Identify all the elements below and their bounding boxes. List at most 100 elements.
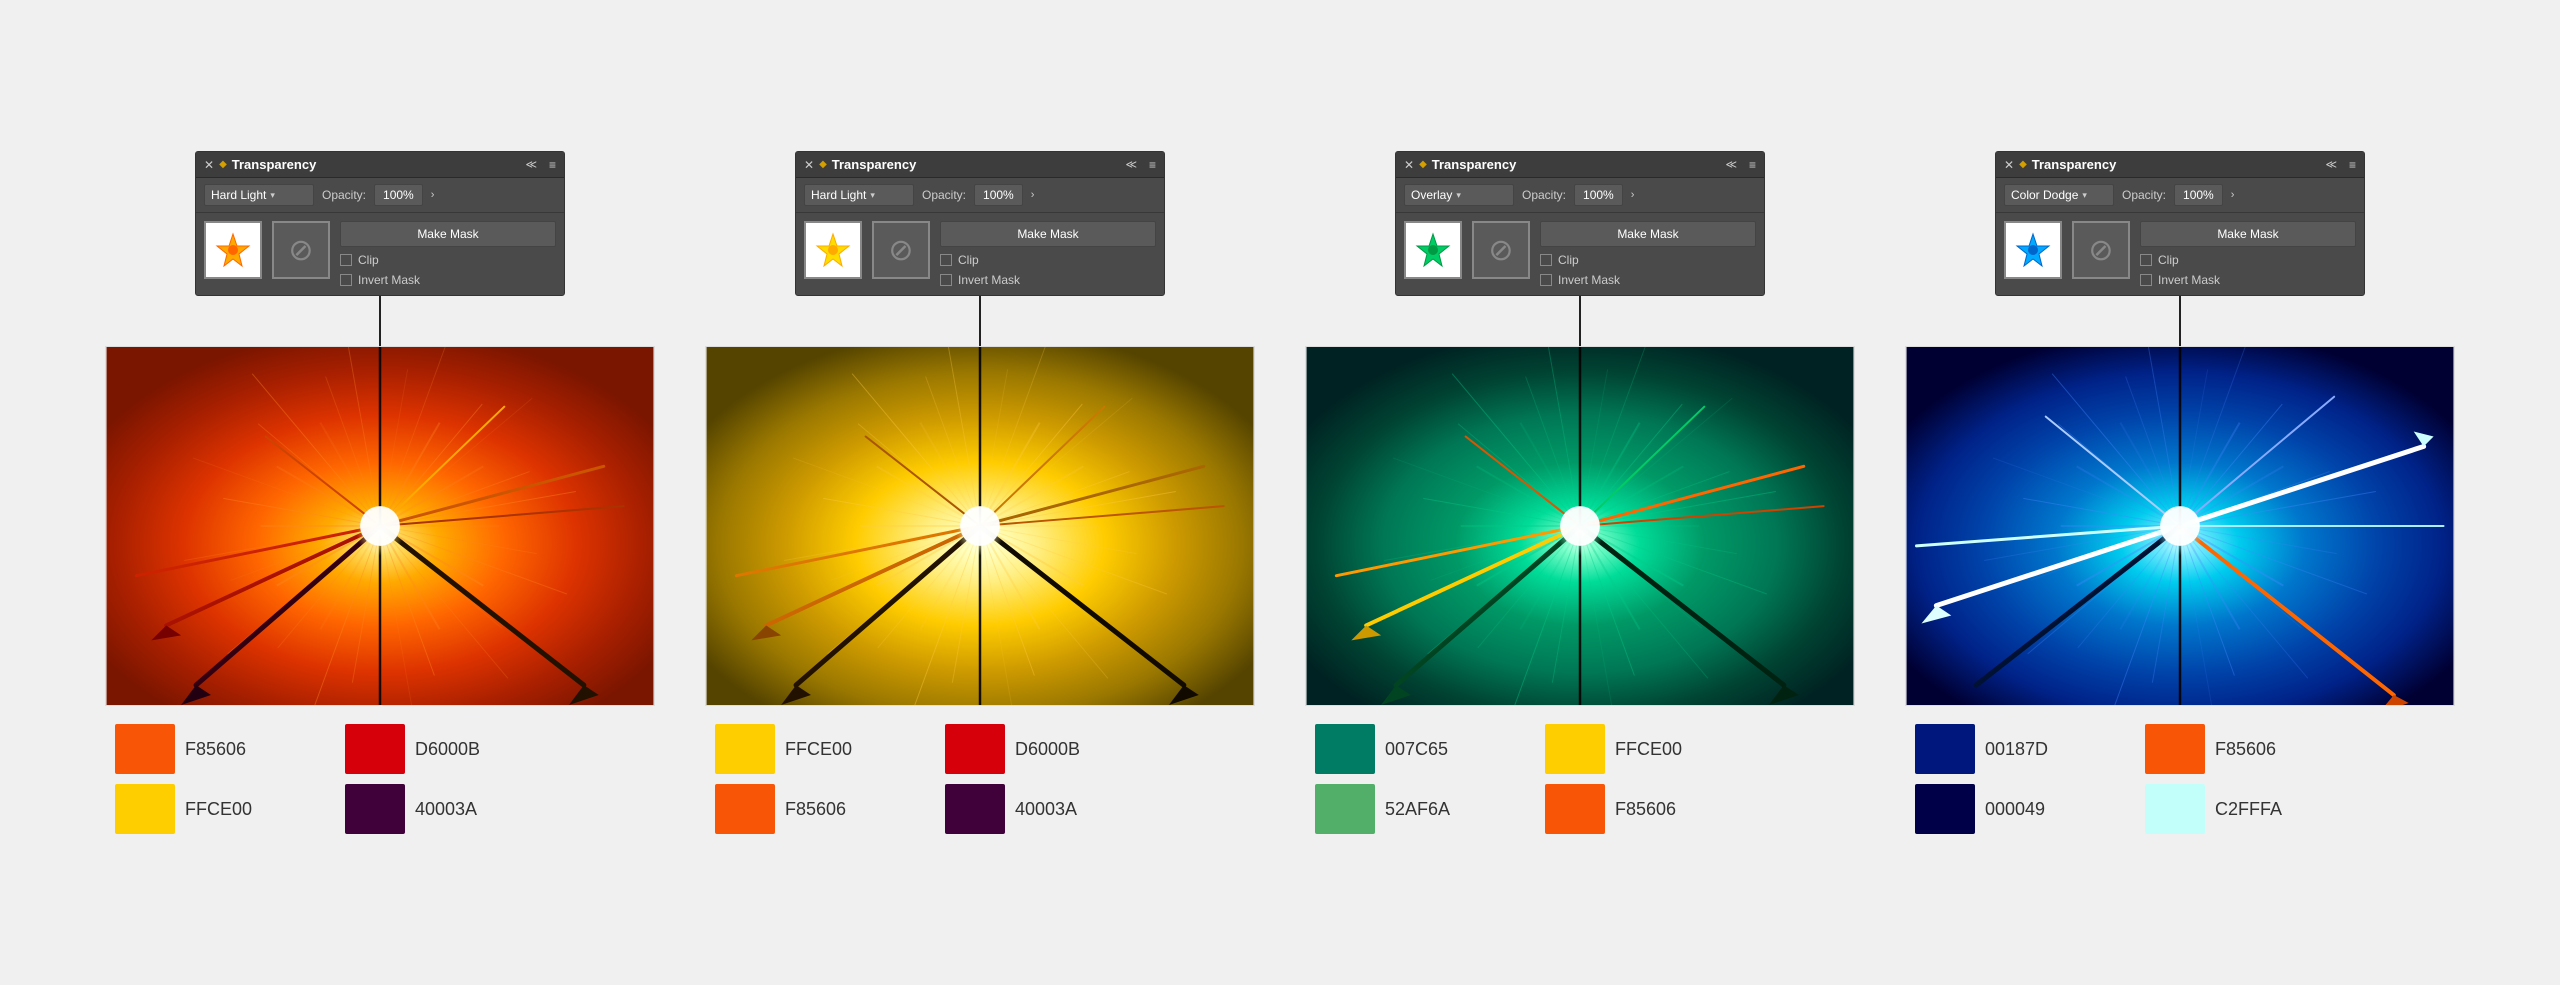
swatch-item-2: D6000B [345, 724, 565, 774]
panel-blend-row: Hard Light ▾ Opacity: 100% › [796, 178, 1164, 213]
invert-mask-checkbox[interactable] [1540, 274, 1552, 286]
connector-line [379, 296, 381, 346]
opacity-value[interactable]: 100% [2174, 184, 2223, 206]
invert-mask-checkbox-row: Invert Mask [340, 273, 556, 287]
swatches-container-2: FFCE00 D6000B F85606 40003A [705, 724, 1255, 834]
panel-menu-icon[interactable]: ≡ [549, 158, 556, 172]
panel-close-button[interactable]: ✕ [2004, 158, 2014, 172]
invert-mask-checkbox[interactable] [340, 274, 352, 286]
panel-title-right: ≪ ≡ [1725, 158, 1756, 172]
mask-thumbnail: ⊘ [1472, 221, 1530, 279]
panel-menu-icon[interactable]: ≡ [1149, 158, 1156, 172]
no-entry-icon: ⊘ [888, 233, 913, 268]
clip-checkbox-row: Clip [340, 253, 556, 267]
panel-buttons: Make Mask Clip Invert Mask [1540, 221, 1756, 287]
swatch-color-box[interactable] [715, 784, 775, 834]
swatch-code-text: 007C65 [1385, 739, 1448, 760]
swatch-color-box[interactable] [1915, 724, 1975, 774]
panel-content-row: ⊘ Make Mask Clip Invert Mask [196, 213, 564, 295]
swatch-color-box[interactable] [945, 784, 1005, 834]
make-mask-button[interactable]: Make Mask [2140, 221, 2356, 247]
transparency-panel-1: ✕ ◆ Transparency ≪ ≡ Hard Light ▾ Opacit… [195, 151, 565, 296]
panel-title-bar: ✕ ◆ Transparency ≪ ≡ [1396, 152, 1764, 178]
layer-thumbnail [2004, 221, 2062, 279]
swatch-code-text: FFCE00 [1615, 739, 1682, 760]
panel-collapse-icon[interactable]: ≪ [525, 158, 537, 171]
panel-title-text: Transparency [1432, 157, 1517, 172]
swatch-color-box[interactable] [1545, 784, 1605, 834]
panel-menu-icon[interactable]: ≡ [1749, 158, 1756, 172]
opacity-value[interactable]: 100% [1574, 184, 1623, 206]
clip-checkbox[interactable] [1540, 254, 1552, 266]
panel-collapse-icon[interactable]: ≪ [2325, 158, 2337, 171]
swatch-item-4: 40003A [345, 784, 565, 834]
swatch-item-2: D6000B [945, 724, 1165, 774]
panel-diamond-icon: ◆ [819, 159, 827, 170]
opacity-arrow[interactable]: › [1031, 189, 1035, 201]
invert-mask-checkbox[interactable] [2140, 274, 2152, 286]
swatch-item-3: FFCE00 [115, 784, 335, 834]
panel-group-3: ✕ ◆ Transparency ≪ ≡ Overlay ▾ Opacity: … [1295, 151, 1865, 834]
swatch-color-box[interactable] [2145, 724, 2205, 774]
opacity-value[interactable]: 100% [374, 184, 423, 206]
swatch-color-box[interactable] [2145, 784, 2205, 834]
transparency-panel-4: ✕ ◆ Transparency ≪ ≡ Color Dodge ▾ Opaci… [1995, 151, 2365, 296]
swatch-code-text: FFCE00 [785, 739, 852, 760]
clip-checkbox[interactable] [340, 254, 352, 266]
panel-collapse-icon[interactable]: ≪ [1125, 158, 1137, 171]
swatch-color-box[interactable] [1315, 724, 1375, 774]
make-mask-button[interactable]: Make Mask [340, 221, 556, 247]
blend-mode-select[interactable]: Overlay ▾ [1404, 184, 1514, 206]
swatch-color-box[interactable] [1545, 724, 1605, 774]
clip-label: Clip [2158, 253, 2179, 267]
panel-title-text: Transparency [832, 157, 917, 172]
panel-collapse-icon[interactable]: ≪ [1725, 158, 1737, 171]
panel-blend-row: Color Dodge ▾ Opacity: 100% › [1996, 178, 2364, 213]
panel-group-1: ✕ ◆ Transparency ≪ ≡ Hard Light ▾ Opacit… [95, 151, 665, 834]
swatch-color-box[interactable] [345, 784, 405, 834]
clip-label: Clip [1558, 253, 1579, 267]
swatch-code-text: 000049 [1985, 799, 2045, 820]
swatch-color-box[interactable] [115, 724, 175, 774]
canvas-area-2 [705, 346, 1255, 706]
swatch-code-text: D6000B [415, 739, 480, 760]
panel-diamond-icon: ◆ [2019, 159, 2027, 170]
swatch-color-box[interactable] [1915, 784, 1975, 834]
swatch-color-box[interactable] [945, 724, 1005, 774]
panel-close-button[interactable]: ✕ [1404, 158, 1414, 172]
panel-close-button[interactable]: ✕ [804, 158, 814, 172]
opacity-label: Opacity: [922, 188, 966, 202]
opacity-value[interactable]: 100% [974, 184, 1023, 206]
opacity-arrow[interactable]: › [2231, 189, 2235, 201]
clip-checkbox[interactable] [2140, 254, 2152, 266]
blend-mode-label: Hard Light [211, 188, 266, 202]
panel-blend-row: Hard Light ▾ Opacity: 100% › [196, 178, 564, 213]
mask-thumbnail: ⊘ [872, 221, 930, 279]
mask-thumbnail: ⊘ [2072, 221, 2130, 279]
make-mask-button[interactable]: Make Mask [940, 221, 1156, 247]
swatch-code-text: F85606 [785, 799, 846, 820]
swatch-item-4: C2FFFA [2145, 784, 2365, 834]
swatch-color-box[interactable] [345, 724, 405, 774]
swatch-code-text: 40003A [1015, 799, 1077, 820]
opacity-arrow[interactable]: › [1631, 189, 1635, 201]
invert-mask-label: Invert Mask [358, 273, 420, 287]
panel-title-right: ≪ ≡ [1125, 158, 1156, 172]
swatches-container-3: 007C65 FFCE00 52AF6A F85606 [1305, 724, 1855, 834]
swatch-color-box[interactable] [115, 784, 175, 834]
swatch-code-text: D6000B [1015, 739, 1080, 760]
connector-line [979, 296, 981, 346]
swatch-color-box[interactable] [715, 724, 775, 774]
blend-mode-select[interactable]: Hard Light ▾ [204, 184, 314, 206]
panel-buttons: Make Mask Clip Invert Mask [2140, 221, 2356, 287]
invert-mask-checkbox[interactable] [940, 274, 952, 286]
make-mask-button[interactable]: Make Mask [1540, 221, 1756, 247]
swatch-color-box[interactable] [1315, 784, 1375, 834]
invert-mask-label: Invert Mask [2158, 273, 2220, 287]
panel-close-button[interactable]: ✕ [204, 158, 214, 172]
clip-checkbox[interactable] [940, 254, 952, 266]
blend-mode-select[interactable]: Hard Light ▾ [804, 184, 914, 206]
panel-menu-icon[interactable]: ≡ [2349, 158, 2356, 172]
blend-mode-select[interactable]: Color Dodge ▾ [2004, 184, 2114, 206]
opacity-arrow[interactable]: › [431, 189, 435, 201]
